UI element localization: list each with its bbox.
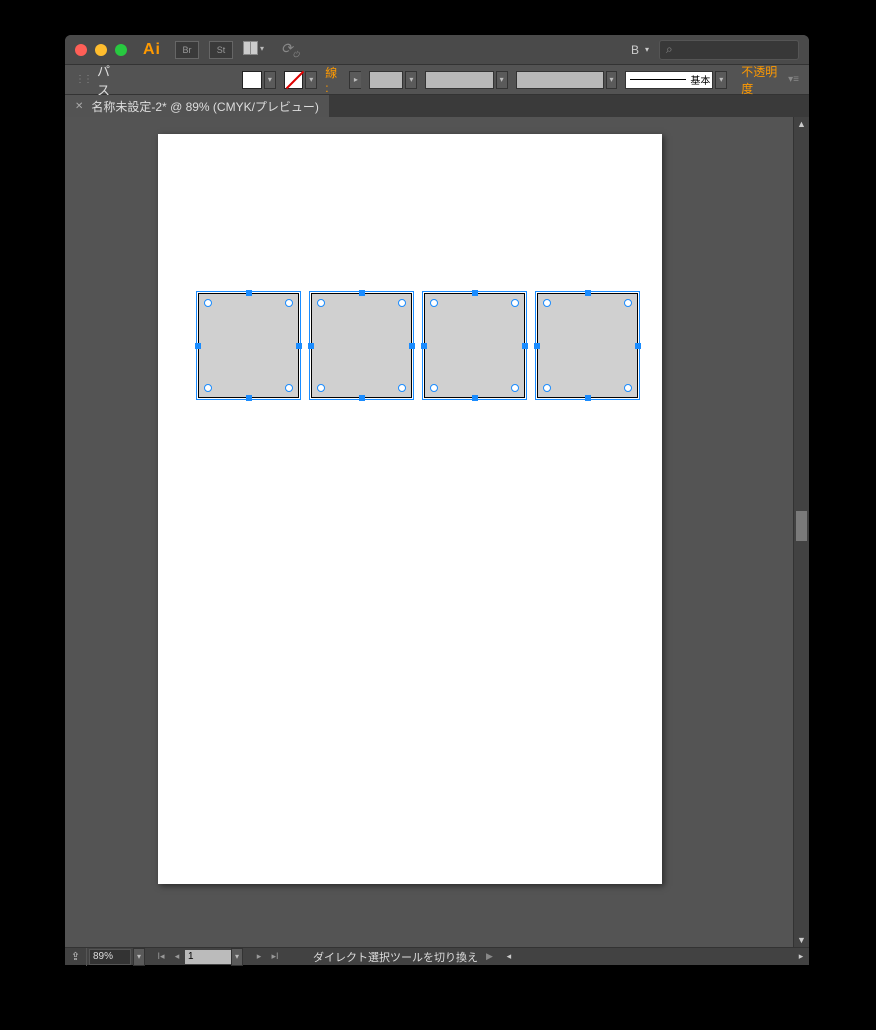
selection-handle[interactable] xyxy=(585,290,591,296)
next-artboard-icon[interactable]: ▸ xyxy=(251,949,267,965)
scroll-thumb[interactable] xyxy=(796,511,807,541)
anchor-point[interactable] xyxy=(285,299,293,307)
selection-handle[interactable] xyxy=(246,395,252,401)
selection-outline xyxy=(535,291,640,400)
selection-outline xyxy=(196,291,301,400)
selection-handle[interactable] xyxy=(308,343,314,349)
panel-menu-icon[interactable]: ▾≡ xyxy=(788,74,799,85)
stroke-swatch[interactable] xyxy=(284,71,304,89)
artboard-dropdown[interactable]: ▾ xyxy=(231,948,243,966)
fill-swatch[interactable] xyxy=(242,71,262,89)
document-tab-bar: ✕ 名称未設定-2* @ 89% (CMYK/プレビュー) xyxy=(65,95,809,117)
scroll-down-icon[interactable]: ▼ xyxy=(794,933,809,947)
var-width-dropdown[interactable]: ▾ xyxy=(496,71,508,89)
selection-handle[interactable] xyxy=(359,395,365,401)
gpu-icon[interactable]: ⟳⏻ xyxy=(281,40,299,60)
artboard xyxy=(158,134,662,884)
share-icon[interactable]: ⇪ xyxy=(65,948,87,966)
selection-handle[interactable] xyxy=(296,343,302,349)
artboard-number-input[interactable]: 1 xyxy=(185,950,231,964)
arrange-documents-icon[interactable]: ▾ xyxy=(243,41,267,59)
opacity-label: 不透明度 xyxy=(741,63,788,97)
canvas[interactable] xyxy=(65,117,793,947)
document-tab[interactable]: ✕ 名称未設定-2* @ 89% (CMYK/プレビュー) xyxy=(65,95,329,117)
close-tab-icon[interactable]: ✕ xyxy=(75,101,83,112)
zoom-icon[interactable] xyxy=(115,44,127,56)
search-icon: ⌕ xyxy=(666,42,673,57)
selection-type-label: パス xyxy=(97,61,122,99)
anchor-point[interactable] xyxy=(511,384,519,392)
selection-handle[interactable] xyxy=(534,343,540,349)
brush-preview-icon xyxy=(630,79,686,80)
selection-handle[interactable] xyxy=(409,343,415,349)
selection-handle[interactable] xyxy=(522,343,528,349)
prev-artboard-icon[interactable]: ◂ xyxy=(169,949,185,965)
scroll-up-icon[interactable]: ▲ xyxy=(794,117,809,131)
anchor-point[interactable] xyxy=(204,384,212,392)
stock-button[interactable]: St xyxy=(209,41,233,59)
app-logo: Ai xyxy=(143,41,161,59)
fill-dropdown[interactable]: ▾ xyxy=(264,71,276,89)
zoom-input[interactable]: 89% xyxy=(89,949,131,965)
anchor-point[interactable] xyxy=(511,299,519,307)
anchor-point[interactable] xyxy=(285,384,293,392)
selection-outline xyxy=(422,291,527,400)
selection-handle[interactable] xyxy=(635,343,641,349)
selection-handle[interactable] xyxy=(472,395,478,401)
app-window: Ai Br St ▾ ⟳⏻ B ▾ ⌕ ⋮⋮ パス ▾ ▾ 線 : ▸ ▾ ▾ xyxy=(65,35,809,965)
anchor-point[interactable] xyxy=(543,299,551,307)
first-artboard-icon[interactable]: I◂ xyxy=(153,949,169,965)
titlebar: Ai Br St ▾ ⟳⏻ B ▾ ⌕ xyxy=(65,35,809,65)
close-icon[interactable] xyxy=(75,44,87,56)
selection-handle[interactable] xyxy=(246,290,252,296)
status-hint: ダイレクト選択ツールを切り換え xyxy=(313,949,478,965)
vertical-scrollbar[interactable]: ▲ ▼ xyxy=(793,117,809,947)
anchor-point[interactable] xyxy=(430,299,438,307)
selection-handle[interactable] xyxy=(195,343,201,349)
anchor-point[interactable] xyxy=(317,384,325,392)
zoom-dropdown[interactable]: ▾ xyxy=(133,948,145,966)
search-input[interactable]: ⌕ xyxy=(659,40,799,60)
anchor-point[interactable] xyxy=(204,299,212,307)
horizontal-scrollbar[interactable]: ◂ ▸ xyxy=(503,949,807,965)
last-artboard-icon[interactable]: ▸I xyxy=(267,949,283,965)
anchor-point[interactable] xyxy=(398,384,406,392)
stroke-weight-stepper[interactable]: ▸ xyxy=(349,71,361,89)
chevron-down-icon: ▾ xyxy=(645,45,649,54)
selection-handle[interactable] xyxy=(421,343,427,349)
scroll-left-icon[interactable]: ◂ xyxy=(503,951,515,962)
stroke-style-dropdown[interactable]: ▾ xyxy=(606,71,618,89)
brush-definition[interactable]: 基本 xyxy=(625,71,713,89)
var-width-profile[interactable] xyxy=(425,71,494,89)
scroll-track[interactable] xyxy=(794,131,809,933)
anchor-point[interactable] xyxy=(624,384,632,392)
document-title: 名称未設定-2* @ 89% (CMYK/プレビュー) xyxy=(91,98,319,115)
stroke-weight-label: 線 : xyxy=(325,64,343,95)
window-controls xyxy=(75,44,127,56)
stroke-weight-dropdown[interactable]: ▾ xyxy=(405,71,417,89)
workspace-switcher[interactable]: B ▾ xyxy=(631,43,649,57)
anchor-point[interactable] xyxy=(317,299,325,307)
selection-handle[interactable] xyxy=(359,290,365,296)
selection-handle[interactable] xyxy=(472,290,478,296)
anchor-point[interactable] xyxy=(430,384,438,392)
brush-dropdown[interactable]: ▾ xyxy=(715,71,727,89)
selection-outline xyxy=(309,291,414,400)
anchor-point[interactable] xyxy=(398,299,406,307)
stroke-dropdown[interactable]: ▾ xyxy=(305,71,317,89)
bridge-button[interactable]: Br xyxy=(175,41,199,59)
stroke-weight-input[interactable] xyxy=(369,71,403,89)
anchor-point[interactable] xyxy=(543,384,551,392)
stroke-style-select[interactable] xyxy=(516,71,604,89)
scroll-right-icon[interactable]: ▸ xyxy=(795,951,807,962)
grip-icon: ⋮⋮ xyxy=(75,74,91,85)
status-separator: ▶ xyxy=(486,951,493,962)
minimize-icon[interactable] xyxy=(95,44,107,56)
status-bar: ⇪ 89% ▾ I◂ ◂ 1 ▾ ▸ ▸I ダイレクト選択ツールを切り換え ▶ … xyxy=(65,947,809,965)
anchor-point[interactable] xyxy=(624,299,632,307)
selection-handle[interactable] xyxy=(585,395,591,401)
control-bar: ⋮⋮ パス ▾ ▾ 線 : ▸ ▾ ▾ ▾ 基本 ▾ 不透明度 ▾≡ xyxy=(65,65,809,95)
